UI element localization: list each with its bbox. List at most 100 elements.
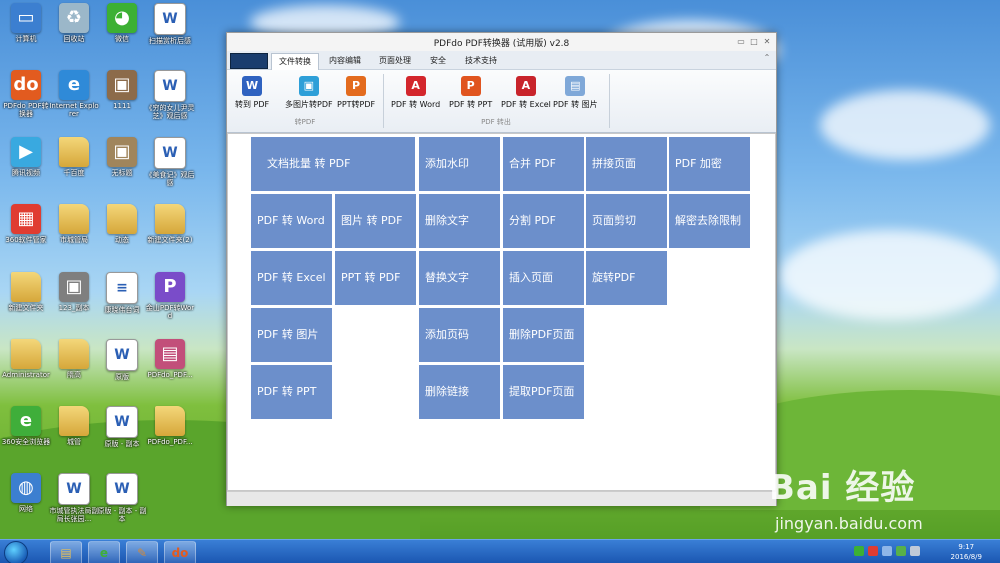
tile-pdf-to-ppt[interactable]: PDF 转 PPT bbox=[251, 365, 332, 419]
desktop-icon[interactable]: do PDFdo PDF转换器 bbox=[0, 70, 52, 118]
desktop-icon-label: 微信 bbox=[115, 35, 129, 43]
desktop-icon[interactable]: W 原版 - 副本 bbox=[96, 406, 148, 448]
desktop-icon-label: 原版 - 副本 bbox=[104, 440, 140, 448]
tile-join-pages[interactable]: 拼接页面 bbox=[586, 137, 667, 191]
ribbon-button[interactable]: W 转到 PDF bbox=[235, 76, 269, 110]
ribbon-button[interactable]: P PDF 转 PPT bbox=[449, 76, 492, 110]
tile-page-crop[interactable]: 页面剪切 bbox=[586, 194, 667, 248]
360-browser-icon: e bbox=[11, 406, 41, 436]
desktop-icon[interactable]: ≡ 康晓伟台词 bbox=[96, 272, 148, 314]
pdfdo-icon[interactable]: do bbox=[164, 541, 196, 563]
desktop-icon[interactable]: ▣ 1111 bbox=[96, 70, 148, 110]
tab-file-convert[interactable]: 文件转换 bbox=[271, 53, 319, 70]
desktop-icon-label: 新建文件夹 bbox=[8, 304, 44, 312]
ribbon-button[interactable]: ▣ 多图片转PDF bbox=[285, 76, 333, 110]
360-browser-icon[interactable]: e bbox=[88, 541, 120, 563]
tab-page-process[interactable]: 页面处理 bbox=[373, 53, 417, 69]
desktop-icon[interactable]: 千百度 bbox=[48, 137, 100, 177]
clock[interactable]: 9:17 2016/8/9 bbox=[951, 542, 982, 562]
minimize-button[interactable]: ▭ bbox=[736, 37, 746, 46]
desktop-icon[interactable]: ▭ 计算机 bbox=[0, 3, 52, 43]
folder-icon bbox=[107, 204, 137, 234]
desktop-icon-label: 《穷的女儿尹灵芝》观后感 bbox=[145, 104, 195, 120]
desktop-icon[interactable]: ▣ 无标题 bbox=[96, 137, 148, 177]
tile-pdf-to-image[interactable]: PDF 转 图片 bbox=[251, 308, 332, 362]
ribbon-button[interactable]: A PDF 转 Word bbox=[391, 76, 440, 110]
desktop-icon[interactable]: W 原版 bbox=[96, 339, 148, 381]
desktop-icon-label: 新建文件夹(2) bbox=[147, 236, 193, 244]
desktop-icon[interactable]: PDFdo_PDF... bbox=[144, 406, 196, 446]
tile-ppt-to-pdf[interactable]: PPT 转 PDF bbox=[335, 251, 416, 305]
ribbon-collapse-icon[interactable]: ⌃ bbox=[762, 53, 772, 62]
desktop-icon[interactable]: ◍ 网络 bbox=[0, 473, 52, 513]
tile-batch-to-pdf[interactable]: 文档批量 转 PDF bbox=[251, 137, 415, 191]
flag-tray-icon[interactable] bbox=[882, 546, 892, 556]
pdfdo-window: PDFdo PDF转换器 (试用版) v2.8 ▭ □ ✕ 文件转换 内容编辑 … bbox=[226, 32, 777, 506]
maximize-button[interactable]: □ bbox=[749, 37, 759, 46]
desktop-icon[interactable]: e Internet Explorer bbox=[48, 70, 100, 118]
desktop-icon[interactable]: e 360安全浏览器 bbox=[0, 406, 52, 446]
tab-content-edit[interactable]: 内容编辑 bbox=[323, 53, 367, 69]
desktop-icon[interactable]: W 原版 - 副本 - 副本 bbox=[96, 473, 148, 523]
desktop-icon[interactable]: 新建文件夹(2) bbox=[144, 204, 196, 244]
ribbon-button[interactable]: ▤ PDF 转 图片 bbox=[553, 76, 598, 110]
desktop-icon[interactable]: ◕ 微信 bbox=[96, 3, 148, 43]
desktop-icon[interactable]: 市城管局 bbox=[48, 204, 100, 244]
desktop-icon[interactable]: ▣ 123_副本 bbox=[48, 272, 100, 312]
qq-tray-icon[interactable] bbox=[868, 546, 878, 556]
tile-pdf-to-excel[interactable]: PDF 转 Excel bbox=[251, 251, 332, 305]
desktop-icon[interactable]: 新建文件夹 bbox=[0, 272, 52, 312]
desktop-icon[interactable]: W 《穷的女儿尹灵芝》观后感 bbox=[144, 70, 196, 120]
desktop-icon[interactable]: W 《美食记》观后感 bbox=[144, 137, 196, 187]
desktop-icon[interactable]: P 金山PDF转Word bbox=[144, 272, 196, 320]
close-button[interactable]: ✕ bbox=[762, 37, 772, 46]
tile-extract-pdf-page[interactable]: 提取PDF页面 bbox=[503, 365, 584, 419]
desktop-icon[interactable]: ▶ 腾讯视频 bbox=[0, 137, 52, 177]
wechat-tray-icon[interactable] bbox=[854, 546, 864, 556]
volume-tray-icon[interactable] bbox=[910, 546, 920, 556]
tile-replace-text[interactable]: 替换文字 bbox=[419, 251, 500, 305]
title-bar[interactable]: PDFdo PDF转换器 (试用版) v2.8 ▭ □ ✕ bbox=[227, 33, 776, 51]
desktop-icon[interactable]: 隋高 bbox=[48, 339, 100, 379]
desktop-icon[interactable]: ▦ 360软件管家 bbox=[0, 204, 52, 244]
pdf-to-ppt-icon: P bbox=[460, 76, 481, 96]
tile-add-page-number[interactable]: 添加页码 bbox=[419, 308, 500, 362]
tab-security[interactable]: 安全 bbox=[423, 53, 453, 69]
tile-delete-pdf-page[interactable]: 删除PDF页面 bbox=[503, 308, 584, 362]
folder-icon bbox=[59, 204, 89, 234]
desktop-icon-label: PDFdo_PDF... bbox=[147, 371, 193, 379]
tile-rotate-pdf[interactable]: 旋转PDF bbox=[586, 251, 667, 305]
paint-icon[interactable]: ✎ bbox=[126, 541, 158, 563]
tile-add-watermark[interactable]: 添加水印 bbox=[419, 137, 500, 191]
desktop-icon[interactable]: W 扫描赏析后感 bbox=[144, 3, 196, 45]
desktop-icon-label: 千百度 bbox=[63, 169, 85, 177]
tile-insert-page[interactable]: 插入页面 bbox=[503, 251, 584, 305]
network-tray-icon[interactable] bbox=[896, 546, 906, 556]
desktop-icon[interactable]: Administrator bbox=[0, 339, 52, 379]
tile-pdf-encrypt[interactable]: PDF 加密 bbox=[669, 137, 750, 191]
tile-image-to-pdf[interactable]: 图片 转 PDF bbox=[335, 194, 416, 248]
ribbon-separator bbox=[609, 74, 610, 128]
ribbon-button[interactable]: A PDF 转 Excel bbox=[501, 76, 551, 110]
desktop-icon[interactable]: W 市城管执法局副局长张园... bbox=[48, 473, 100, 523]
taskbar: ▤ e ✎ do 9:17 2016/8/9 bbox=[0, 539, 1000, 563]
explorer-icon[interactable]: ▤ bbox=[50, 541, 82, 563]
user-folder-icon bbox=[11, 339, 41, 369]
tile-decrypt-remove-restriction[interactable]: 解密去除限制 bbox=[669, 194, 750, 248]
start-button[interactable] bbox=[4, 541, 28, 563]
desktop-icon[interactable]: ▤ PDFdo_PDF... bbox=[144, 339, 196, 379]
ribbon-button[interactable]: P PPT转PDF bbox=[337, 76, 375, 110]
tile-split-pdf[interactable]: 分割 PDF bbox=[503, 194, 584, 248]
desktop-icon[interactable]: 动态 bbox=[96, 204, 148, 244]
watermark-brand: Bai 经验 bbox=[769, 468, 916, 508]
app-menu-button[interactable] bbox=[230, 53, 268, 69]
tab-tech-support[interactable]: 技术支持 bbox=[459, 53, 503, 69]
desktop: ▭ 计算机 ♻ 回收站 ◕ 微信 W 扫描赏析后感 do PDFdo PDF转换器 e Interne… bbox=[0, 0, 1000, 563]
desktop-icon[interactable]: ♻ 回收站 bbox=[48, 3, 100, 43]
tile-merge-pdf[interactable]: 合并 PDF bbox=[503, 137, 584, 191]
desktop-icon[interactable]: 城管 bbox=[48, 406, 100, 446]
tile-pdf-to-word[interactable]: PDF 转 Word bbox=[251, 194, 332, 248]
archive-icon: ▤ bbox=[155, 339, 185, 369]
tile-delete-links[interactable]: 删除链接 bbox=[419, 365, 500, 419]
tile-delete-text[interactable]: 删除文字 bbox=[419, 194, 500, 248]
